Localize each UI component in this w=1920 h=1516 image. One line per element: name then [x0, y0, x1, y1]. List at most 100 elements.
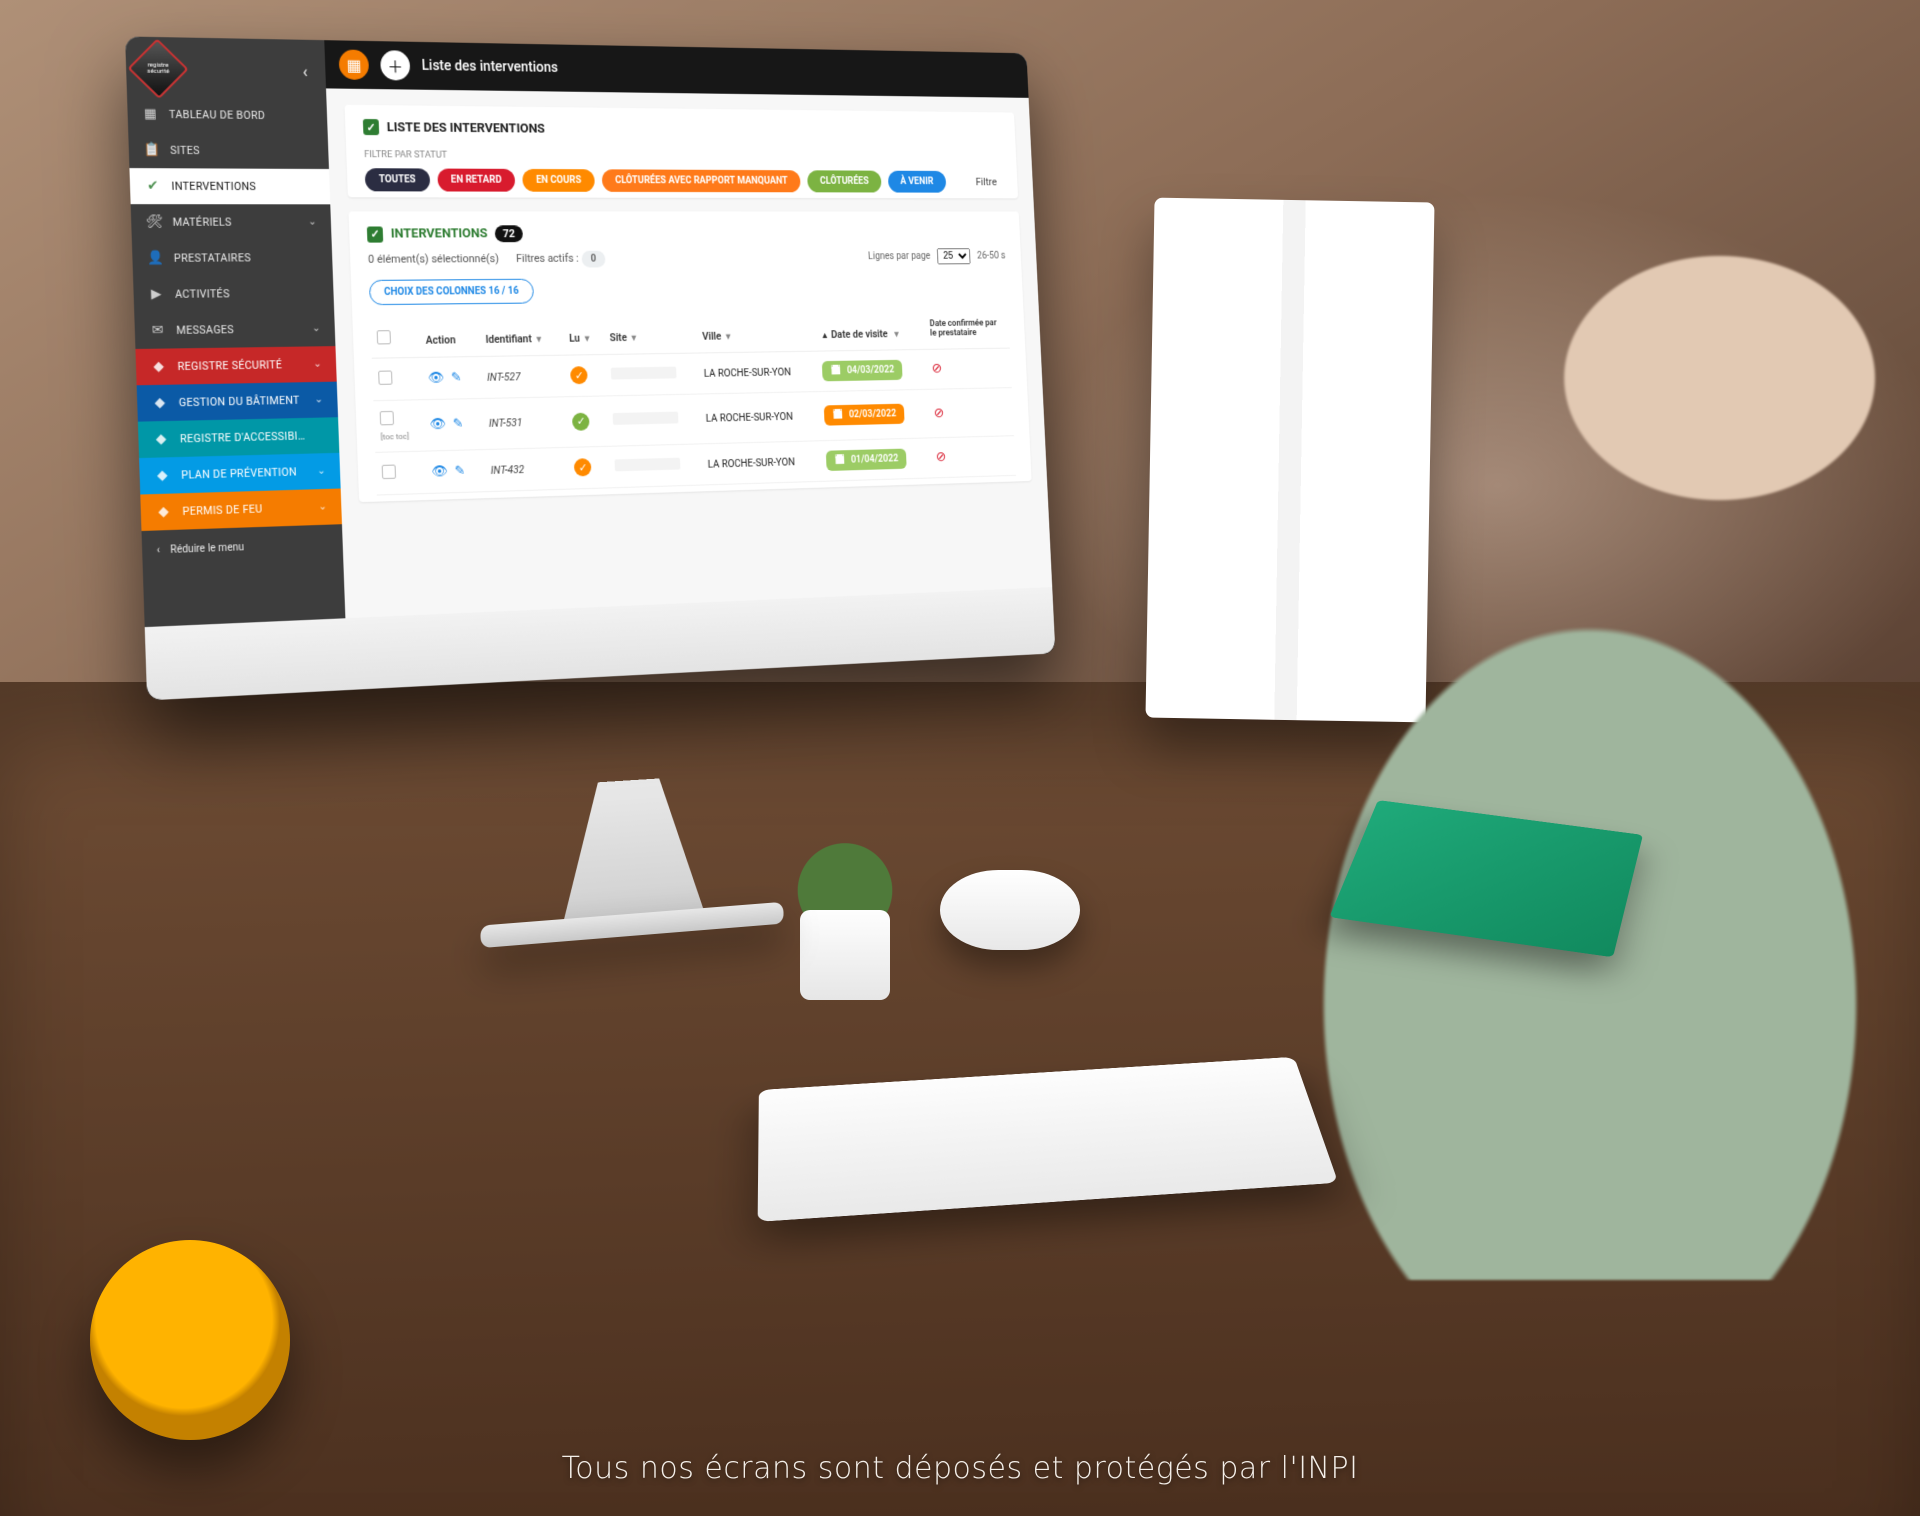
column-choice-button[interactable]: CHOIX DES COLONNES 16 / 16	[369, 279, 534, 305]
main-area: ▦ ＋ Liste des interventions ✓ LISTE DES …	[324, 40, 1052, 618]
sidebar-item-permis-de-feu[interactable]: ◆ PERMIS DE FEU ⌄	[140, 488, 342, 530]
lu-status-icon: ✓	[574, 458, 592, 476]
person-prop	[1230, 180, 1920, 1280]
sidebar-item-gestion-du-b-timent[interactable]: ◆GESTION DU BÂTIMENT⌄	[137, 382, 338, 422]
check-icon: ✓	[367, 226, 383, 242]
row-identifiant: INT-432	[490, 463, 524, 477]
chip-en-cours[interactable]: EN COURS	[522, 169, 595, 192]
active-filters-label: Filtres actifs :	[516, 252, 579, 265]
col-identifiant[interactable]: Identifiant▼	[479, 315, 564, 356]
row-ville: LA ROCHE-SUR-YON	[699, 391, 820, 443]
sidebar-item-label: MATÉRIELS	[172, 215, 231, 228]
date-visite-pill[interactable]: 01/04/2022	[826, 448, 907, 470]
rows-per-page-select[interactable]: 25	[937, 248, 971, 264]
view-icon[interactable]: 👁	[427, 369, 445, 387]
calendar-icon	[834, 455, 846, 466]
sort-icon: ▼	[534, 335, 543, 345]
chevron-down-icon: ⌄	[318, 501, 327, 513]
chip-cloturees-rapport[interactable]: CLÔTURÉES AVEC RAPPORT MANQUANT	[602, 169, 801, 192]
date-visite-pill[interactable]: 02/03/2022	[824, 404, 905, 426]
collapse-sidebar-button[interactable]: ‹	[294, 57, 316, 85]
view-icon[interactable]: 👁	[430, 462, 448, 481]
sidebar-item-label: SITES	[170, 144, 200, 158]
edit-icon[interactable]: ✎	[449, 415, 467, 433]
nav-icon: ◆	[155, 504, 172, 520]
chip-a-venir[interactable]: À VENIR	[888, 171, 946, 193]
mouse-prop	[940, 870, 1080, 950]
col-date-conf[interactable]: Date confirmée par le prestataire	[924, 310, 1010, 349]
add-button[interactable]: ＋	[380, 50, 411, 80]
sidebar-item-interventions[interactable]: ✔INTERVENTIONS	[129, 168, 330, 204]
interventions-panel: ✓ INTERVENTIONS 72 0 élément(s) sélectio…	[348, 211, 1031, 502]
chevron-down-icon: ⌄	[312, 323, 321, 334]
col-site[interactable]: Site▼	[603, 314, 697, 355]
sidebar-item-registre-d-accessibi[interactable]: ◆REGISTRE D'ACCESSIBI…	[138, 417, 339, 458]
row-identifiant: INT-531	[489, 416, 523, 430]
rows-per-page-label: Lignes par page	[868, 251, 931, 262]
sidebar-item-label: REGISTRE SÉCURITÉ	[177, 358, 282, 373]
sidebar-item-tableau-de-bord[interactable]: ▦TABLEAU DE BORD	[127, 96, 328, 134]
imac-mockup: registre sécurité ‹ ▦TABLEAU DE BORD📋SIT…	[125, 36, 1061, 826]
sidebar-item-label: INTERVENTIONS	[171, 180, 256, 194]
topbar-title: Liste des interventions	[421, 58, 558, 76]
nav-icon: ▦	[142, 106, 159, 122]
not-confirmed-icon: ⊘	[931, 361, 942, 376]
sidebar-item-label: PERMIS DE FEU	[182, 502, 262, 518]
col-date-visite[interactable]: ▲ Date de visite ▼	[814, 311, 925, 351]
edit-icon[interactable]: ✎	[451, 462, 469, 481]
col-lu[interactable]: Lu▼	[563, 315, 605, 355]
chevron-down-icon: ⌄	[317, 465, 326, 476]
row-checkbox[interactable]	[378, 370, 392, 384]
row-site-placeholder	[613, 412, 679, 425]
not-confirmed-icon: ⊘	[934, 405, 945, 420]
reduce-menu-label: Réduire le menu	[170, 542, 244, 556]
nav-icon: ✉	[149, 323, 166, 339]
app-logo: registre sécurité	[127, 38, 188, 99]
col-ville[interactable]: Ville▼	[696, 312, 816, 353]
row-ville: LA ROCHE-SUR-YON	[697, 351, 817, 394]
interventions-count-badge: 72	[495, 225, 523, 242]
col-action[interactable]: Action	[419, 316, 480, 357]
view-icon[interactable]: 👁	[429, 416, 447, 435]
plant-prop	[780, 830, 910, 1000]
chevron-down-icon: ⌄	[308, 216, 317, 227]
inpi-banner: Tous nos écrans sont déposés et protégés…	[0, 1451, 1920, 1486]
row-ville: LA ROCHE-SUR-YON	[701, 441, 822, 485]
nav-icon: 👤	[147, 251, 164, 267]
interventions-table: Action Identifiant▼ Lu▼ Site▼ Ville▼ ▲ D…	[370, 310, 1016, 495]
chip-toutes[interactable]: TOUTES	[365, 168, 430, 191]
sidebar-item-label: ACTIVITÉS	[175, 287, 230, 301]
content-scroll[interactable]: ✓ LISTE DES INTERVENTIONS FILTRE PAR STA…	[326, 88, 1052, 618]
date-visite-pill[interactable]: 04/03/2022	[822, 360, 903, 382]
chip-en-retard[interactable]: EN RETARD	[437, 169, 516, 192]
nav-icon: ◆	[150, 359, 167, 375]
sidebar-item-label: REGISTRE D'ACCESSIBI…	[180, 429, 306, 445]
sort-icon: ▼	[724, 332, 733, 342]
chip-cloturees[interactable]: CLÔTURÉES	[807, 170, 882, 192]
edit-icon[interactable]: ✎	[447, 369, 465, 387]
sidebar-item-plan-de-pr-vention[interactable]: ◆PLAN DE PRÉVENTION⌄	[139, 453, 341, 495]
grid-view-button[interactable]: ▦	[338, 49, 369, 80]
row-site-placeholder	[611, 366, 677, 379]
app-root: registre sécurité ‹ ▦TABLEAU DE BORD📋SIT…	[125, 36, 1052, 627]
calendar-icon	[830, 365, 842, 376]
sidebar-item-prestataires[interactable]: 👤PRESTATAIRES	[132, 240, 333, 277]
sort-icon: ▼	[583, 334, 592, 344]
sidebar-item-sites[interactable]: 📋SITES	[128, 132, 329, 169]
sidebar-item-mat-riels[interactable]: 🛠MATÉRIELS⌄	[131, 204, 332, 240]
row-checkbox[interactable]	[382, 464, 396, 479]
nav-icon: ◆	[154, 468, 171, 484]
toc-note: [toc toc]	[380, 431, 417, 441]
sidebar-item-activit-s[interactable]: ▶ACTIVITÉS	[133, 275, 334, 313]
sidebar-item-messages[interactable]: ✉MESSAGES⌄	[134, 311, 335, 349]
mug-prop	[90, 1240, 290, 1440]
sidebar-item-label: GESTION DU BÂTIMENT	[179, 394, 300, 410]
select-all-checkbox[interactable]	[377, 330, 391, 344]
filter-button[interactable]: Filtre	[970, 172, 1002, 192]
active-filters-count: 0	[581, 251, 606, 268]
reduce-menu-button[interactable]: ‹ Réduire le menu	[142, 524, 344, 572]
sort-icon: ▼	[892, 330, 900, 340]
row-checkbox[interactable]	[380, 411, 394, 425]
sidebar-item-registre-s-curit[interactable]: ◆REGISTRE SÉCURITÉ⌄	[135, 346, 336, 385]
sidebar: registre sécurité ‹ ▦TABLEAU DE BORD📋SIT…	[125, 36, 345, 627]
